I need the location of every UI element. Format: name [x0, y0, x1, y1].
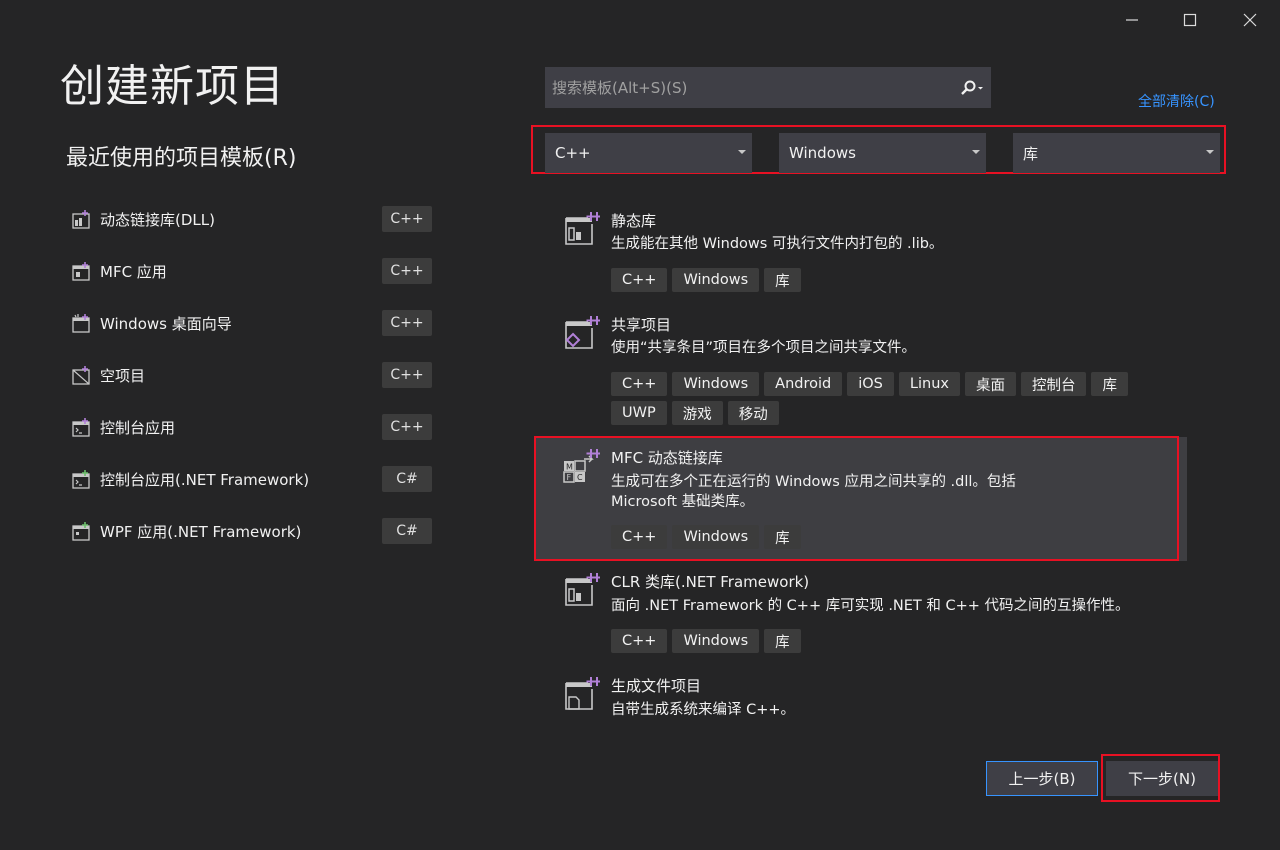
makefile-project-icon: [565, 677, 600, 710]
tag: Linux: [898, 372, 960, 396]
template-name: 生成文件项目: [611, 677, 702, 695]
tag: 库: [764, 268, 801, 292]
recent-templates-heading: 最近使用的项目模板(R): [66, 146, 297, 171]
template-description: 生成能在其他 Windows 可执行文件内打包的 .lib。: [611, 236, 944, 252]
tag: C++: [611, 629, 668, 653]
minimize-button[interactable]: [1109, 4, 1155, 36]
tag: C++: [611, 372, 668, 396]
recent-item-label: 动态链接库(DLL): [100, 210, 215, 229]
empty-project-icon: [72, 366, 90, 385]
language-badge: C++: [382, 258, 432, 284]
template-description: 面向 .NET Framework 的 C++ 库可实现 .NET 和 C++ …: [611, 598, 1130, 614]
language-badge: C++: [382, 310, 432, 336]
search-icon: [961, 80, 983, 95]
template-tags: C++ Windows Android iOS Linux 桌面 控制台 库 U…: [611, 372, 1171, 425]
tag: 桌面: [964, 372, 1016, 396]
tag: Windows: [672, 268, 760, 292]
recent-item-wpf-app[interactable]: WPF 应用(.NET Framework) C#: [66, 514, 432, 548]
recent-item-dll[interactable]: 动态链接库(DLL) C++: [66, 202, 432, 236]
search-input[interactable]: [546, 77, 954, 98]
console-app-icon: [72, 418, 90, 437]
template-name: 共享项目: [611, 316, 672, 334]
chevron-down-icon: [738, 150, 746, 154]
template-name: 静态库: [611, 212, 657, 230]
selected-template-highlight-frame: [534, 436, 1179, 561]
clr-library-icon: [565, 573, 600, 606]
tag: 控制台: [1020, 372, 1087, 396]
template-tags: C++ Windows 库: [611, 629, 1171, 653]
tag: Windows: [672, 372, 760, 396]
page-title: 创建新项目: [60, 61, 285, 112]
recent-item-label: Windows 桌面向导: [100, 314, 232, 333]
shared-project-icon: [565, 316, 600, 349]
search-button[interactable]: [954, 68, 990, 107]
template-item-makefile-project[interactable]: 生成文件项目 自带生成系统来编译 C++。: [548, 675, 1180, 725]
console-app-icon: [72, 470, 90, 489]
language-filter-dropdown[interactable]: C++: [545, 133, 752, 173]
language-badge: C++: [382, 362, 432, 388]
tag: 库: [1091, 372, 1128, 396]
template-item-shared-project[interactable]: 共享项目 使用“共享条目”项目在多个项目之间共享文件。 C++ Windows …: [548, 314, 1180, 429]
chevron-down-icon: [972, 150, 980, 154]
recent-item-mfc-app[interactable]: MFC 应用 C++: [66, 254, 432, 288]
tag: C++: [611, 268, 668, 292]
template-tags: C++ Windows 库: [611, 268, 1171, 292]
recent-item-console-app-netfx[interactable]: 控制台应用(.NET Framework) C#: [66, 462, 432, 496]
next-button[interactable]: 下一步(N): [1106, 761, 1218, 796]
platform-filter-value: Windows: [789, 144, 856, 162]
project-type-filter-dropdown[interactable]: 库: [1013, 133, 1220, 173]
language-badge: C++: [382, 414, 432, 440]
recent-item-label: 控制台应用: [100, 418, 176, 437]
minimize-icon: [1126, 19, 1138, 21]
project-type-filter-value: 库: [1023, 144, 1039, 163]
language-filter-value: C++: [555, 144, 591, 162]
platform-filter-dropdown[interactable]: Windows: [779, 133, 986, 173]
mfc-app-icon: [72, 262, 90, 281]
tag: 库: [764, 629, 801, 653]
dll-project-icon: [72, 210, 90, 229]
language-badge: C#: [382, 518, 432, 544]
search-box: [545, 67, 991, 108]
static-library-icon: [565, 212, 600, 245]
template-name: CLR 类库(.NET Framework): [611, 573, 810, 591]
template-item-clr-library[interactable]: CLR 类库(.NET Framework) 面向 .NET Framework…: [548, 571, 1180, 661]
template-description: 使用“共享条目”项目在多个项目之间共享文件。: [611, 340, 917, 356]
recent-item-label: 控制台应用(.NET Framework): [100, 470, 310, 489]
chevron-down-icon: [1206, 150, 1214, 154]
template-description: 自带生成系统来编译 C++。: [611, 702, 796, 718]
tag: 移动: [727, 401, 779, 425]
maximize-icon: [1183, 13, 1197, 27]
wpf-app-icon: [72, 522, 90, 541]
clear-all-link[interactable]: 全部清除(C): [1138, 91, 1215, 111]
recent-item-label: 空项目: [100, 366, 146, 385]
tag: UWP: [611, 401, 667, 425]
recent-item-empty-project[interactable]: 空项目 C++: [66, 358, 432, 392]
close-button[interactable]: [1227, 4, 1273, 36]
language-badge: C++: [382, 206, 432, 232]
back-button[interactable]: 上一步(B): [986, 761, 1098, 796]
desktop-wizard-icon: [72, 314, 90, 333]
maximize-button[interactable]: [1167, 4, 1213, 36]
tag: Windows: [672, 629, 760, 653]
tag: 游戏: [671, 401, 723, 425]
recent-item-desktop-wizard[interactable]: Windows 桌面向导 C++: [66, 306, 432, 340]
language-badge: C#: [382, 466, 432, 492]
recent-item-label: MFC 应用: [100, 262, 167, 281]
recent-item-console-app[interactable]: 控制台应用 C++: [66, 410, 432, 444]
close-icon: [1243, 13, 1257, 27]
tag: iOS: [847, 372, 894, 396]
tag: Android: [764, 372, 843, 396]
recent-item-label: WPF 应用(.NET Framework): [100, 522, 302, 541]
template-item-static-library[interactable]: 静态库 生成能在其他 Windows 可执行文件内打包的 .lib。 C++ W…: [548, 210, 1180, 300]
